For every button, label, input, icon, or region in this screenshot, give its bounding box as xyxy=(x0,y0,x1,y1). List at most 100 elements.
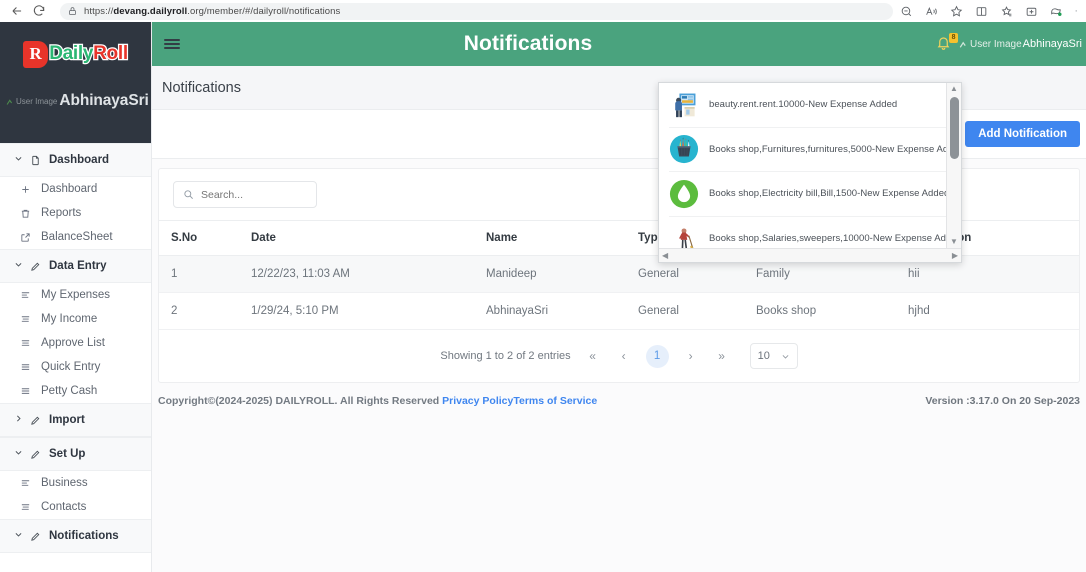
copilot-icon[interactable] xyxy=(1049,4,1063,18)
split-screen-icon[interactable] xyxy=(974,4,988,18)
footer: Copyright©(2024-2025) DAILYROLL. All Rig… xyxy=(152,383,1086,407)
list-icon xyxy=(20,290,32,301)
scrollbar-thumb[interactable] xyxy=(950,97,959,159)
avatar[interactable]: User Image AbhinayaSri xyxy=(959,38,1082,50)
external-link-icon xyxy=(20,232,32,243)
sidebar-item-label: My Expenses xyxy=(41,289,111,301)
sidebar-item-reports[interactable]: Reports xyxy=(0,201,151,225)
zoom-out-icon[interactable] xyxy=(899,4,913,18)
scrollbar-track[interactable] xyxy=(947,93,961,238)
pagination: Showing 1 to 2 of 2 entries « ‹ 1 › » 10 xyxy=(159,330,1079,382)
terms-of-service-link[interactable]: Terms of Service xyxy=(513,395,597,407)
browser-tool-icons: · xyxy=(899,4,1080,18)
list-icon xyxy=(20,502,32,513)
page-heading: Notifications xyxy=(162,79,241,96)
sidebar-group-import[interactable]: Import xyxy=(0,403,151,437)
sidebar-group-notifications[interactable]: Notifications xyxy=(0,519,151,553)
scroll-down-arrow-icon[interactable]: ▼ xyxy=(950,238,958,246)
sidebar-item-my-expenses[interactable]: My Expenses xyxy=(0,283,151,307)
pagination-last-button[interactable]: » xyxy=(713,349,731,363)
column-header-sno[interactable]: S.No xyxy=(159,220,251,256)
version-text: Version :3.17.0 On 20 Sep-2023 xyxy=(925,395,1080,407)
sidebar-group-dashboard[interactable]: Dashboard xyxy=(0,143,151,177)
sidebar-item-my-income[interactable]: My Income xyxy=(0,307,151,331)
notifications-vertical-scrollbar[interactable]: ▲ ▼ xyxy=(946,83,961,248)
logo-badge-letter: R xyxy=(29,44,42,63)
collections-icon[interactable] xyxy=(999,4,1013,18)
sidebar-user-name: AbhinayaSri xyxy=(59,92,149,109)
sidebar-group-setup[interactable]: Set Up xyxy=(0,437,151,471)
sidebar-user[interactable]: User Image AbhinayaSri xyxy=(0,78,151,110)
list-icon xyxy=(20,478,32,489)
address-bar[interactable]: https://devang.dailyroll.org/member/#/da… xyxy=(60,2,894,20)
pagination-prev-button[interactable]: ‹ xyxy=(615,349,633,363)
scroll-left-arrow-icon[interactable]: ◀ xyxy=(662,251,668,260)
notifications-horizontal-scrollbar[interactable]: ◀ ▶ xyxy=(659,248,961,262)
browser-essentials-icon[interactable] xyxy=(1024,4,1038,18)
sweeper-person-icon xyxy=(669,224,699,248)
privacy-policy-link[interactable]: Privacy Policy xyxy=(442,395,513,407)
sidebar-group-data-entry[interactable]: Data Entry xyxy=(0,249,151,283)
trash-icon xyxy=(20,208,32,219)
sidebar-item-dashboard[interactable]: Dashboard xyxy=(0,177,151,201)
logo-roll: Roll xyxy=(92,42,129,66)
add-notification-button[interactable]: Add Notification xyxy=(965,121,1080,147)
read-aloud-icon[interactable] xyxy=(924,4,938,18)
sidebar-item-label: My Income xyxy=(41,313,98,325)
cell-date: 12/22/23, 11:03 AM xyxy=(251,255,486,293)
column-header-date[interactable]: Date xyxy=(251,220,486,256)
sidebar-menu: Dashboard Dashboard Reports BalanceSheet xyxy=(0,143,151,553)
list-item[interactable]: Books shop,Furnitures,furnitures,5000-Ne… xyxy=(669,128,946,172)
page-size-select[interactable]: 10 xyxy=(749,343,798,369)
pagination-next-button[interactable]: › xyxy=(682,349,700,363)
scroll-right-arrow-icon[interactable]: ▶ xyxy=(952,251,958,260)
cell-name: AbhinayaSri xyxy=(486,292,638,330)
copyright-label: Copyright©(2024-2025) DAILYROLL. All Rig… xyxy=(158,395,443,407)
sidebar-group-label: Notifications xyxy=(49,530,119,542)
notification-text: Books shop,Electricity bill,Bill,1500-Ne… xyxy=(709,188,946,200)
pencil-icon xyxy=(30,449,42,460)
app-logo[interactable]: R DailyRoll xyxy=(0,30,151,78)
notification-count-badge: 8 xyxy=(949,32,958,43)
reload-icon[interactable] xyxy=(28,2,50,20)
notification-text: Books shop,Furnitures,furnitures,5000-Ne… xyxy=(709,143,946,155)
table-row[interactable]: 2 1/29/24, 5:10 PM AbhinayaSri General B… xyxy=(159,292,1079,330)
scroll-up-arrow-icon[interactable]: ▲ xyxy=(950,85,958,93)
list-item[interactable]: beauty.rent.rent.10000-New Expense Added xyxy=(669,83,946,128)
search-input[interactable] xyxy=(201,188,307,201)
column-header-name[interactable]: Name xyxy=(486,220,638,256)
bell-icon[interactable]: 8 xyxy=(936,32,958,54)
sidebar-group-label: Set Up xyxy=(49,448,86,460)
sidebar-item-balancesheet[interactable]: BalanceSheet xyxy=(0,225,151,249)
topbar-user-name: AbhinayaSri xyxy=(1022,38,1082,50)
more-options-icon[interactable]: · xyxy=(1074,5,1078,17)
back-arrow-icon[interactable] xyxy=(6,2,28,20)
notifications-dropdown: beauty.rent.rent.10000-New Expense Added xyxy=(658,82,962,263)
sidebar-item-label: Contacts xyxy=(41,501,87,513)
sidebar-item-business[interactable]: Business xyxy=(0,471,151,495)
favorite-icon[interactable] xyxy=(949,4,963,18)
notifications-scroll-area: beauty.rent.rent.10000-New Expense Added xyxy=(659,83,961,248)
notifications-list: beauty.rent.rent.10000-New Expense Added xyxy=(659,83,946,248)
cell-description: hjhd xyxy=(908,292,1079,330)
sidebar-item-approve-list[interactable]: Approve List xyxy=(0,331,151,355)
sidebar-item-quick-entry[interactable]: Quick Entry xyxy=(0,355,151,379)
sidebar-item-petty-cash[interactable]: Petty Cash xyxy=(0,379,151,403)
pagination-page-1[interactable]: 1 xyxy=(645,344,669,368)
sidebar-item-label: Petty Cash xyxy=(41,385,98,397)
file-icon xyxy=(30,155,42,166)
table-body: 1 12/22/23, 11:03 AM Manideep General Fa… xyxy=(159,255,1079,330)
list-item[interactable]: Books shop,Salaries,sweepers,10000-New E… xyxy=(669,217,946,248)
chevron-down-icon xyxy=(781,352,790,361)
browser-toolbar: https://devang.dailyroll.org/member/#/da… xyxy=(0,0,1086,22)
sidebar-group-label: Dashboard xyxy=(49,154,110,166)
url-text: https://devang.dailyroll.org/member/#/da… xyxy=(84,5,341,17)
sidebar: R DailyRoll User Image AbhinayaSri Dashb… xyxy=(0,22,152,572)
cell-name: Manideep xyxy=(486,255,638,293)
sidebar-item-contacts[interactable]: Contacts xyxy=(0,495,151,519)
pagination-first-button[interactable]: « xyxy=(584,349,602,363)
search-box[interactable] xyxy=(173,181,317,208)
list-item[interactable]: Books shop,Electricity bill,Bill,1500-Ne… xyxy=(669,172,946,217)
cell-date: 1/29/24, 5:10 PM xyxy=(251,292,486,330)
chevron-down-icon xyxy=(14,260,23,272)
